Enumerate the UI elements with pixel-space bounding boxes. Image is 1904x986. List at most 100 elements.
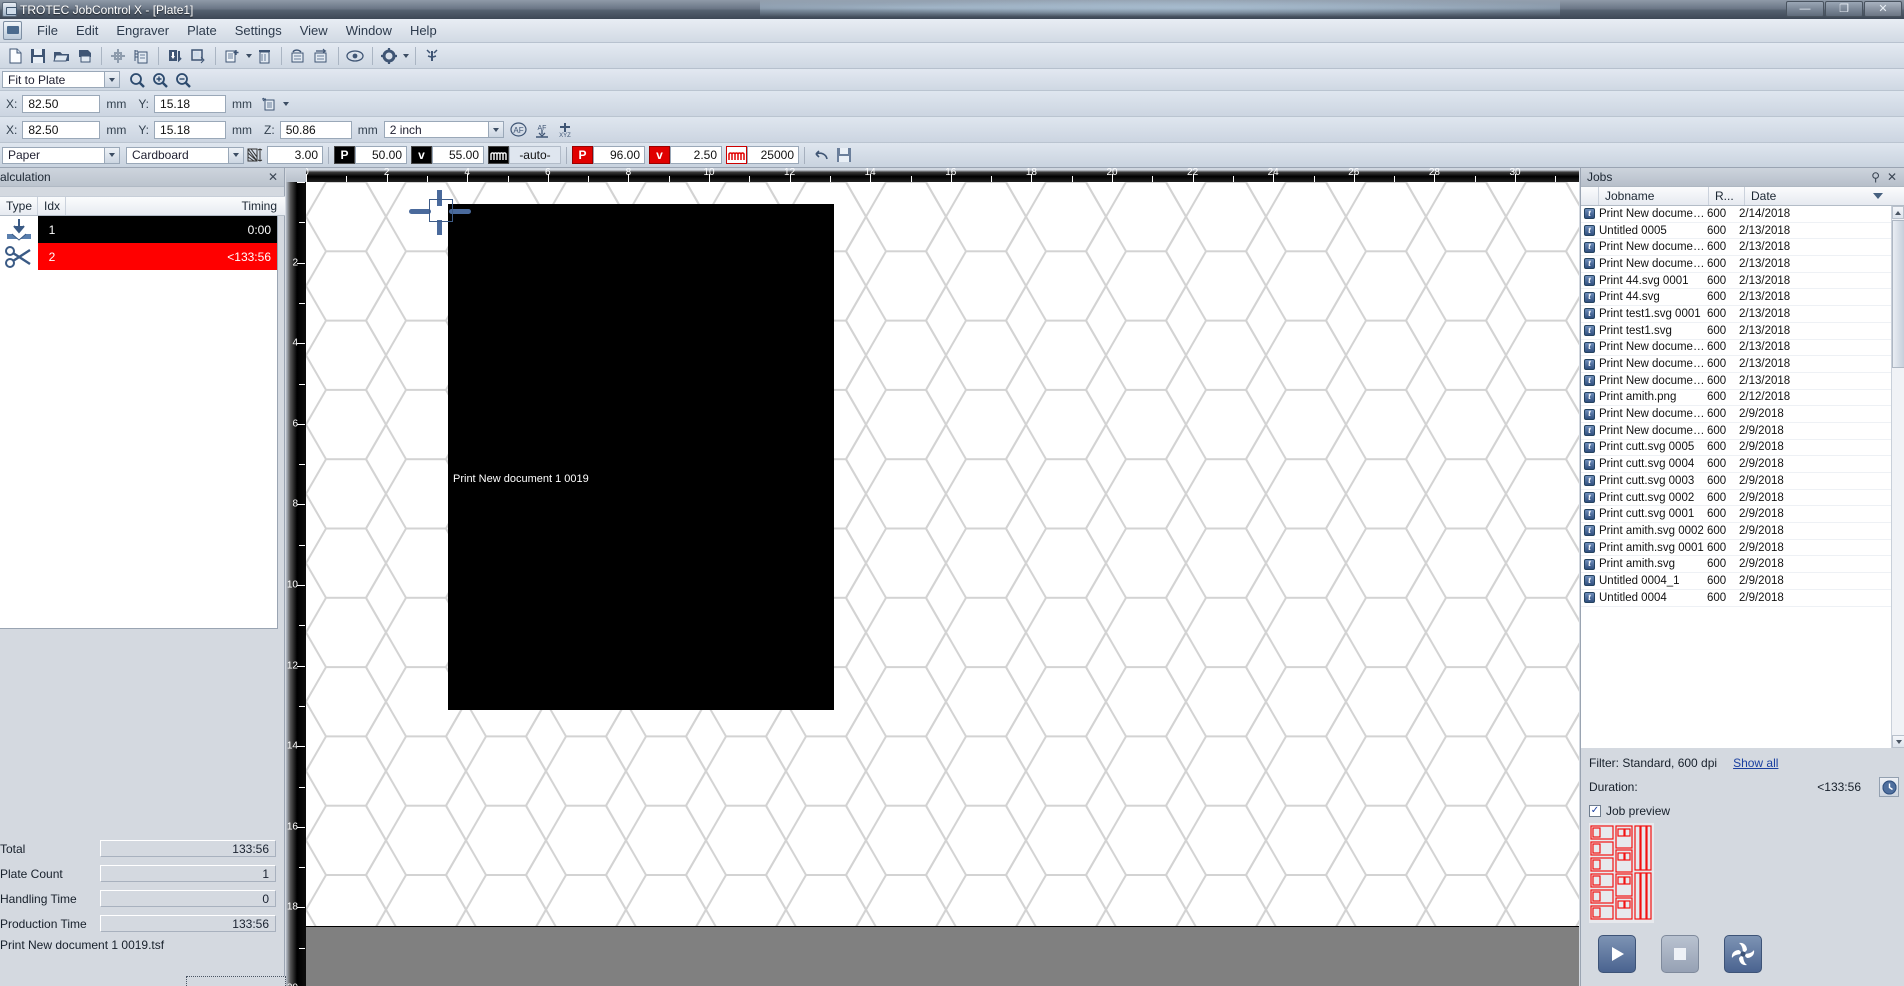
- menu-engraver[interactable]: Engraver: [107, 20, 178, 41]
- save-material-icon[interactable]: [833, 144, 855, 166]
- table-row[interactable]: t Untitled 0004 600 2/9/2018: [1581, 590, 1904, 607]
- column-date[interactable]: Date: [1745, 187, 1904, 205]
- undo-plate-icon[interactable]: [287, 45, 309, 67]
- table-row[interactable]: t Print amith.svg 600 2/9/2018: [1581, 556, 1904, 574]
- engrave-speed-input[interactable]: 55.00: [432, 146, 484, 164]
- load-job-icon[interactable]: [164, 45, 186, 67]
- table-row[interactable]: t Print cutt.svg 0004 600 2/9/2018: [1581, 456, 1904, 473]
- settings-dropdown-icon[interactable]: [401, 45, 410, 67]
- column-resolution[interactable]: R...: [1709, 187, 1745, 205]
- job-preview-thumbnail[interactable]: [1589, 823, 1654, 923]
- chevron-down-icon[interactable]: [487, 122, 503, 137]
- plate-surface[interactable]: Print New document 1 0019: [306, 182, 1579, 927]
- save-icon[interactable]: [27, 45, 49, 67]
- vertical-ruler[interactable]: 24681012141618202224262830: [286, 182, 306, 986]
- table-row[interactable]: t Print 44.svg 0001 600 2/13/2018: [1581, 273, 1904, 290]
- column-jobname[interactable]: Jobname: [1599, 187, 1709, 205]
- minimize-button[interactable]: —: [1786, 1, 1824, 17]
- scroll-up-button[interactable]: [1892, 206, 1904, 219]
- table-row[interactable]: 1 0:00: [0, 216, 277, 243]
- zoom-icon[interactable]: [126, 69, 148, 91]
- table-row[interactable]: t Print New document 1...600 2/13/2018: [1581, 356, 1904, 373]
- table-row[interactable]: t Print amith.svg 0001 600 2/9/2018: [1581, 540, 1904, 557]
- cut-frequency-input[interactable]: 25000: [747, 146, 799, 164]
- column-icon[interactable]: [1581, 187, 1599, 205]
- job-preview-checkbox[interactable]: ✓: [1589, 805, 1601, 817]
- table-row[interactable]: t Print cutt.svg 0002 600 2/9/2018: [1581, 490, 1904, 507]
- print-icon[interactable]: [73, 45, 95, 67]
- laser-y-input[interactable]: 15.18: [154, 120, 227, 139]
- job-object[interactable]: Print New document 1 0019: [448, 204, 834, 710]
- af-down-icon[interactable]: AF: [531, 119, 553, 141]
- laser-head-position-marker[interactable]: [409, 190, 471, 235]
- pos-x-input[interactable]: 82.50: [22, 94, 101, 113]
- sort-desc-icon[interactable]: [1873, 193, 1883, 199]
- menu-edit[interactable]: Edit: [67, 20, 107, 41]
- table-row[interactable]: t Print amith.png 600 2/12/2018: [1581, 390, 1904, 407]
- table-row[interactable]: t Untitled 0005 600 2/13/2018: [1581, 223, 1904, 240]
- column-idx[interactable]: Idx: [38, 197, 66, 215]
- plate-rotate-icon[interactable]: [187, 45, 209, 67]
- focus-outline-button[interactable]: [186, 976, 286, 986]
- start-button[interactable]: [1598, 935, 1636, 973]
- delete-plate-icon[interactable]: [253, 45, 275, 67]
- column-timing[interactable]: Timing: [66, 197, 285, 215]
- menu-help[interactable]: Help: [401, 20, 446, 41]
- align-tool-icon[interactable]: [258, 93, 280, 115]
- autofocus-icon[interactable]: AF: [508, 119, 530, 141]
- preview-eye-icon[interactable]: [344, 45, 366, 67]
- calculation-close-glyph[interactable]: ✕: [268, 170, 278, 184]
- table-row[interactable]: t Print New document 1...600 2/13/2018: [1581, 256, 1904, 273]
- zoom-in-icon[interactable]: [149, 69, 171, 91]
- table-row[interactable]: t Print test1.svg 0001 600 2/13/2018: [1581, 306, 1904, 323]
- table-row[interactable]: t Print cutt.svg 0003 600 2/9/2018: [1581, 473, 1904, 490]
- new-plate-dropdown-icon[interactable]: [244, 45, 253, 67]
- new-document-icon[interactable]: [4, 45, 26, 67]
- material-type-combo[interactable]: Cardboard: [126, 146, 244, 164]
- table-row[interactable]: t Print test1.svg 600 2/13/2018: [1581, 323, 1904, 340]
- next-plate-icon[interactable]: [310, 45, 332, 67]
- chevron-down-icon[interactable]: [104, 72, 119, 87]
- lens-combo[interactable]: 2 inch: [383, 121, 504, 138]
- undo-icon[interactable]: [810, 144, 832, 166]
- chevron-down-icon[interactable]: [104, 147, 119, 163]
- job-preview-row[interactable]: ✓ Job preview: [1581, 802, 1904, 820]
- table-row[interactable]: t Print cutt.svg 0001 600 2/9/2018: [1581, 506, 1904, 524]
- show-all-link[interactable]: Show all: [1733, 756, 1778, 770]
- horizontal-ruler[interactable]: 0246810121416182022242628303234363840424…: [286, 168, 1579, 182]
- new-plate-icon[interactable]: [221, 45, 243, 67]
- engrave-power-input[interactable]: 50.00: [355, 146, 407, 164]
- table-row[interactable]: t Print New document 1...600 2/13/2018: [1581, 373, 1904, 390]
- xyz-move-icon[interactable]: XYZ: [554, 119, 576, 141]
- menu-settings[interactable]: Settings: [226, 20, 291, 41]
- center-plate-icon[interactable]: [107, 45, 129, 67]
- table-row[interactable]: t Print New document 1...600 2/9/2018: [1581, 423, 1904, 440]
- laser-pointer-icon[interactable]: [421, 45, 443, 67]
- plate-canvas[interactable]: 0246810121416182022242628303234363840424…: [286, 168, 1579, 986]
- duplicate-icon[interactable]: [130, 45, 152, 67]
- cut-power-input[interactable]: 96.00: [593, 146, 645, 164]
- menu-plate[interactable]: Plate: [178, 20, 226, 41]
- engrave-frequency-input[interactable]: -auto-: [509, 146, 561, 164]
- menu-file[interactable]: File: [28, 20, 67, 41]
- table-row[interactable]: 2 <133:56: [0, 243, 277, 270]
- settings-gear-icon[interactable]: [378, 45, 400, 67]
- scroll-down-button[interactable]: [1892, 735, 1904, 748]
- zoom-out-icon[interactable]: [172, 69, 194, 91]
- jobs-scrollbar[interactable]: [1891, 206, 1904, 748]
- cut-speed-input[interactable]: 2.50: [670, 146, 722, 164]
- table-row[interactable]: t Print New document 1...600 2/14/2018: [1581, 206, 1904, 223]
- close-icon[interactable]: ✕: [1887, 170, 1897, 184]
- open-folder-icon[interactable]: [50, 45, 72, 67]
- stop-button[interactable]: [1661, 935, 1699, 973]
- laser-z-input[interactable]: 50.86: [279, 120, 352, 139]
- pin-icon[interactable]: ⚲: [1871, 170, 1880, 184]
- zoom-mode-combo[interactable]: Fit to Plate: [2, 71, 120, 88]
- table-row[interactable]: t Print 44.svg 600 2/13/2018: [1581, 289, 1904, 307]
- table-row[interactable]: t Print cutt.svg 0005 600 2/9/2018: [1581, 440, 1904, 457]
- menu-view[interactable]: View: [291, 20, 337, 41]
- jobs-list[interactable]: tPrint New document 1...6002/14/2018tUnt…: [1581, 206, 1904, 748]
- pos-y-input[interactable]: 15.18: [154, 94, 227, 113]
- align-dropdown-icon[interactable]: [281, 93, 290, 115]
- thickness-input[interactable]: 3.00: [267, 146, 323, 164]
